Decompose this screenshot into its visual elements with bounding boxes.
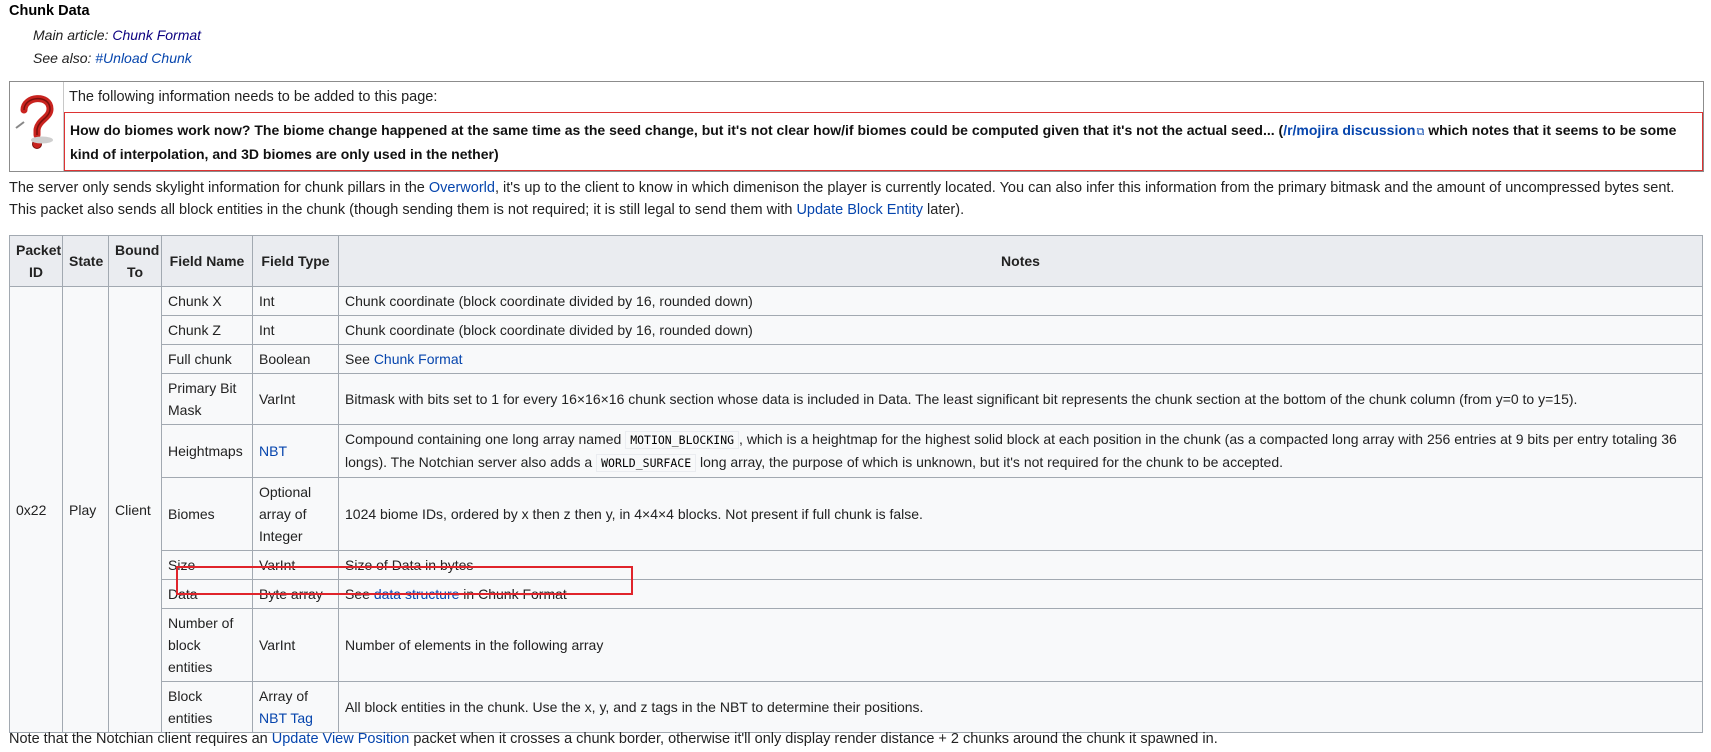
table-header-row: Packet ID State Bound To Field Name Fiel… [9, 235, 1703, 287]
mojira-discussion-link[interactable]: /r/mojira discussion [1283, 122, 1415, 138]
notes-cell: Size of Data in bytes [338, 550, 1703, 580]
nbt-link[interactable]: NBT [259, 443, 287, 459]
table-row: Chunk Z Int Chunk coordinate (block coor… [10, 315, 1703, 345]
table-row: 0x22 Play Client Chunk X Int Chunk coord… [9, 286, 1703, 733]
table-row: Heightmaps NBT Compound containing one l… [10, 424, 1703, 478]
type-prefix: Array of [259, 688, 309, 704]
packet-table: Packet ID State Bound To Field Name Fiel… [9, 235, 1703, 733]
field-name-cell: Full chunk [161, 344, 253, 374]
field-name-cell: Size [161, 550, 253, 580]
section-title: Chunk Data [9, 3, 90, 19]
field-type-cell: VarInt [252, 608, 339, 682]
notes-cell: 1024 biome IDs, ordered by x then z then… [338, 477, 1703, 551]
field-name-cell: Biomes [161, 477, 253, 551]
see-also-prefix: See also: [33, 50, 96, 66]
notes-cell: Bitmask with bits set to 1 for every 16×… [338, 373, 1703, 425]
field-name-cell: Chunk Z [161, 315, 253, 345]
field-type-cell: VarInt [252, 373, 339, 425]
missing-info-notice: The following information needs to be ad… [9, 81, 1704, 172]
notes-cell: Chunk coordinate (block coordinate divid… [338, 286, 1703, 316]
notes-cell: Compound containing one long array named… [338, 424, 1703, 478]
notes-cell: Number of elements in the following arra… [338, 608, 1703, 682]
table-row: Primary Bit Mask VarInt Bitmask with bit… [10, 373, 1703, 425]
field-name-cell: Number of block entities [161, 608, 253, 682]
outro-text-1: Note that the Notchian client requires a… [9, 731, 272, 747]
table-row: Number of block entities VarInt Number o… [10, 608, 1703, 682]
header-packet-id: Packet ID [9, 235, 63, 287]
notice-header: The following information needs to be ad… [64, 82, 1703, 113]
bound-to-cell: Client [108, 286, 162, 733]
nbt-tag-link[interactable]: NBT Tag [259, 710, 313, 726]
field-type-cell: Int [252, 315, 339, 345]
main-article-link[interactable]: Chunk Format [112, 27, 201, 43]
header-state: State [62, 235, 109, 287]
table-row: Data Byte array See data structure in Ch… [10, 579, 1703, 609]
table-row: Size VarInt Size of Data in bytes [10, 550, 1703, 580]
page: Chunk Data Main article: Chunk Format Se… [0, 0, 1711, 752]
notes-suffix: in Chunk Format [459, 586, 567, 602]
overworld-link[interactable]: Overworld [429, 180, 495, 196]
notes-cell: See Chunk Format [338, 344, 1703, 374]
question-mark-icon [10, 82, 64, 171]
notes-cell: Chunk coordinate (block coordinate divid… [338, 315, 1703, 345]
field-name-cell: Primary Bit Mask [161, 373, 253, 425]
state-cell: Play [62, 286, 109, 733]
update-block-entity-link[interactable]: Update Block Entity [796, 202, 923, 218]
table-row: Full chunk Boolean See Chunk Format [10, 344, 1703, 374]
field-type-cell: Array of NBT Tag [252, 681, 339, 733]
notes-cell: See data structure in Chunk Format [338, 579, 1703, 609]
field-type-cell: VarInt [252, 550, 339, 580]
packet-id-cell: 0x22 [9, 286, 63, 733]
see-also-link[interactable]: #Unload Chunk [95, 50, 192, 66]
field-type-cell: Byte array [252, 579, 339, 609]
field-name-cell: Data [161, 579, 253, 609]
field-name-cell: Heightmaps [161, 424, 253, 478]
notes-cell: All block entities in the chunk. Use the… [338, 681, 1703, 733]
notice-body: How do biomes work now? The biome change… [64, 112, 1703, 171]
update-view-position-link[interactable]: Update View Position [272, 731, 410, 747]
table-row: Biomes Optional array of Integer 1024 bi… [10, 477, 1703, 551]
field-name-cell: Block entities [161, 681, 253, 733]
outro-paragraph: Note that the Notchian client requires a… [9, 728, 1704, 750]
intro-text-1: The server only sends skylight informati… [9, 180, 429, 196]
field-name-cell: Chunk X [161, 286, 253, 316]
table-row: Block entities Array of NBT Tag All bloc… [10, 681, 1703, 733]
field-type-cell: Int [252, 286, 339, 316]
notes-text: long array, the purpose of which is unkn… [696, 454, 1283, 470]
field-type-cell: Boolean [252, 344, 339, 374]
header-notes: Notes [338, 235, 1703, 287]
notes-text: Compound containing one long array named [345, 431, 626, 447]
world-surface-code: WORLD_SURFACE [596, 454, 697, 472]
main-article-prefix: Main article: [33, 27, 113, 43]
header-field-type: Field Type [252, 235, 339, 287]
data-structure-link[interactable]: data structure [374, 586, 460, 602]
intro-text-3: later). [923, 202, 965, 218]
notice-body-text: How do biomes work now? The biome change… [70, 122, 1284, 138]
motion-blocking-code: MOTION_BLOCKING [625, 431, 740, 449]
intro-paragraph: The server only sends skylight informati… [9, 177, 1704, 221]
main-article-hatnote: Main article: Chunk Format [33, 27, 201, 43]
outro-text-2: packet when it crosses a chunk border, o… [409, 731, 1218, 747]
field-type-cell: Optional array of Integer [252, 477, 339, 551]
notes-prefix: See [345, 351, 374, 367]
field-type-cell: NBT [252, 424, 339, 478]
header-field-name: Field Name [161, 235, 253, 287]
header-bound-to: Bound To [108, 235, 162, 287]
notes-prefix: See [345, 586, 374, 602]
see-also-hatnote: See also: #Unload Chunk [33, 50, 192, 66]
chunk-format-link[interactable]: Chunk Format [374, 351, 463, 367]
